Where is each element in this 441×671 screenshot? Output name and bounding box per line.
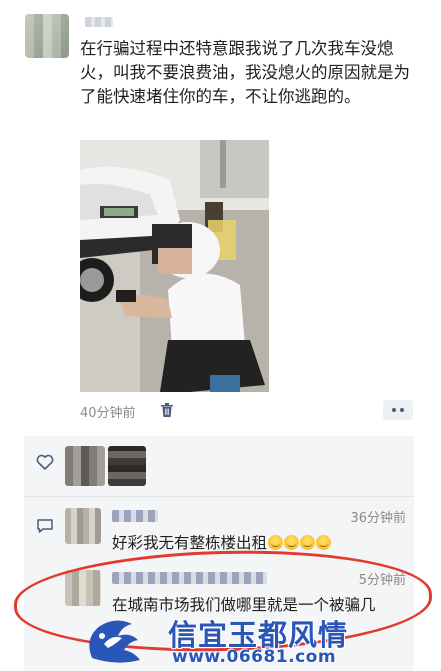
trash-icon[interactable] [159,402,175,418]
liker-avatar[interactable] [65,446,105,486]
liker-avatar[interactable] [108,446,146,486]
comment-text-content: 好彩我无有整栋楼出租 [112,534,268,552]
heart-icon [36,454,54,470]
watermark-url: www.06681.com [172,647,337,667]
author-avatar[interactable] [25,14,69,58]
site-watermark: 信宜玉都风情 www.06681.com [80,610,380,670]
smile-emoji-icon [300,535,316,550]
commenter-name-blurred[interactable] [112,510,158,522]
post-text: 在行骗过程中还特意跟我说了几次我车没熄火，叫我不要浪费油，我没熄火的原因就是为了… [80,39,410,106]
more-dot-icon [400,408,404,412]
smile-emoji-icon [316,535,332,550]
comment-time: 36分钟前 [350,511,406,526]
likes-row [24,436,414,497]
smile-emoji-icon [268,535,284,550]
post-photo[interactable] [80,140,269,392]
commenter-avatar[interactable] [65,508,101,544]
smile-emoji-icon [284,535,300,550]
more-options-button[interactable] [383,400,413,420]
post-time: 40分钟前 [80,406,136,421]
post-photo-illustration [80,140,269,392]
comment-text: 好彩我无有整栋楼出租 [112,531,332,553]
post-meta: 40分钟前 [80,400,416,422]
comment-item[interactable]: 36分钟前 好彩我无有整栋楼出租 [24,504,414,558]
more-dot-icon [392,408,396,412]
comment-icon [37,519,53,533]
watermark-logo-icon [89,620,140,663]
author-name-blurred[interactable] [85,17,113,27]
